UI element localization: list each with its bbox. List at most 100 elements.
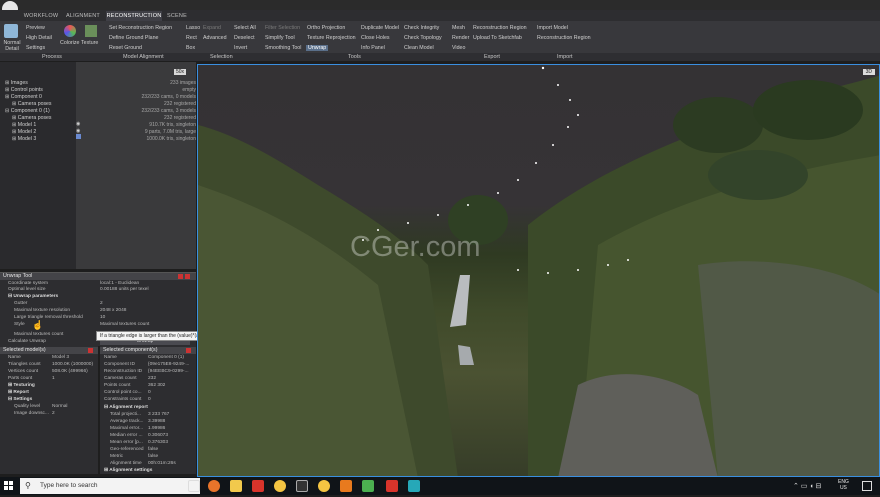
pin-icon[interactable] (178, 274, 183, 279)
invert-button[interactable]: Invert (234, 45, 247, 51)
calculate-unwrap-label: Calculate Unwrap (8, 339, 46, 344)
gutter-field[interactable]: 2 (100, 301, 103, 306)
texture-reprojection-button[interactable]: Texture Reprojection (307, 35, 356, 41)
expand-button[interactable]: Expand (203, 25, 221, 31)
check-topology-button[interactable]: Check Topology (404, 35, 442, 41)
tree-item-component-0-1[interactable]: ⊟ Component 0 (1) (5, 108, 50, 114)
app-icon[interactable] (318, 480, 330, 492)
export-reconstruction-region-button[interactable]: Reconstruction Region (473, 25, 527, 31)
component-prop-value: Component 0 (1) (148, 355, 184, 360)
zoom-label[interactable]: 50x (174, 69, 187, 75)
tab-scene[interactable]: SCENE (164, 11, 190, 21)
export-render-button[interactable]: Render (452, 35, 469, 41)
texture-icon[interactable] (85, 25, 97, 37)
tree-item-component-0[interactable]: ⊞ Component 0 (5, 94, 42, 100)
define-ground-plane-button[interactable]: Define Ground Plane (109, 35, 158, 41)
duplicate-model-button[interactable]: Duplicate Model (361, 25, 399, 31)
upload-sketchfab-button[interactable]: Upload To Sketchfab (473, 35, 522, 41)
import-reconstruction-region-button[interactable]: Reconstruction Region (537, 35, 591, 41)
file-explorer-icon[interactable] (230, 480, 242, 492)
lasso-button[interactable]: Lasso (186, 25, 200, 31)
tab-workflow[interactable]: WORKFLOW (22, 11, 60, 21)
mouse-cursor-icon: ☝ (32, 320, 44, 330)
firefox-icon[interactable] (208, 480, 220, 492)
texture-button[interactable]: Texture (81, 40, 98, 46)
unwrap-parameters-section[interactable]: ⊟ Unwrap parameters (8, 294, 58, 299)
texturing-section[interactable]: ⊞ Texturing (8, 383, 35, 388)
system-tray-icons[interactable]: ⌃ ▭ ◖ ⊟ (793, 482, 821, 490)
export-mesh-button[interactable]: Mesh (452, 25, 465, 31)
app-icon[interactable] (296, 480, 308, 492)
unwrap-row-label: Gutter (14, 301, 28, 306)
vlc-icon[interactable] (340, 480, 352, 492)
tree-item-control-points[interactable]: ⊞ Control points (5, 87, 43, 93)
view-mode-label[interactable]: 3D (862, 69, 875, 75)
normal-detail-button[interactable]: Normal Detail (1, 40, 23, 52)
group-label-process: Process (42, 54, 62, 60)
tree-item-model-1[interactable]: ⊞ Model 1 (12, 122, 36, 128)
task-view-icon[interactable] (188, 480, 200, 492)
component-prop-label: Control point co... (104, 390, 142, 395)
ortho-projection-button[interactable]: Ortho Projection (307, 25, 345, 31)
app-icon[interactable] (252, 480, 264, 492)
close-icon[interactable] (88, 348, 93, 353)
app-icon[interactable] (362, 480, 374, 492)
style-field[interactable]: Maximal textures count (100, 322, 149, 327)
close-icon[interactable] (186, 348, 191, 353)
clean-model-button[interactable]: Clean Model (404, 45, 434, 51)
3d-viewport[interactable]: 3D (197, 64, 880, 477)
normal-detail-icon[interactable] (4, 24, 18, 38)
deselect-button[interactable]: Deselect (234, 35, 255, 41)
model-color-swatch[interactable] (76, 134, 81, 139)
notifications-icon[interactable] (862, 481, 872, 491)
settings-section[interactable]: ⊟ Settings (8, 397, 32, 402)
close-icon[interactable] (185, 274, 190, 279)
check-integrity-button[interactable]: Check Integrity (404, 25, 439, 31)
alignment-report-section[interactable]: ⊟ Alignment report (104, 405, 148, 410)
close-holes-button[interactable]: Close Holes (361, 35, 390, 41)
unwrap-tool-title: Unwrap Tool (0, 273, 196, 280)
max-texture-resolution-field[interactable]: 2048 x 2048 (100, 308, 126, 313)
report-section[interactable]: ⊞ Report (8, 390, 29, 395)
colorize-button[interactable]: Colorize (60, 40, 79, 46)
high-detail-button[interactable]: High Detail (26, 35, 52, 41)
windows-start-icon[interactable] (0, 477, 18, 495)
colorize-icon[interactable] (64, 25, 76, 37)
unwrap-row-label: Large triangle removal threshold (14, 315, 83, 320)
tree-value: 232/233 cams, 3 models (141, 108, 196, 114)
unwrap-button[interactable]: Unwrap (306, 45, 329, 51)
realitycapture-icon[interactable] (408, 480, 420, 492)
preview-button[interactable]: Preview (26, 25, 45, 31)
rect-button[interactable]: Rect (186, 35, 197, 41)
tree-item-images[interactable]: ⊞ Images (5, 80, 28, 86)
eye-icon[interactable]: ◉ (76, 121, 80, 127)
settings-button[interactable]: Settings (26, 45, 45, 51)
import-model-button[interactable]: Import Model (537, 25, 568, 31)
box-button[interactable]: Box (186, 45, 195, 51)
app-icon[interactable] (386, 480, 398, 492)
app-icon[interactable] (274, 480, 286, 492)
info-panel-button[interactable]: Info Panel (361, 45, 385, 51)
select-all-button[interactable]: Select All (234, 25, 256, 31)
reset-ground-button[interactable]: Reset Ground (109, 45, 142, 51)
tree-item-camera-poses[interactable]: ⊞ Camera poses (12, 101, 52, 107)
tree-item-camera-poses-2[interactable]: ⊞ Camera poses (12, 115, 52, 121)
large-triangle-threshold-field[interactable]: 10 (100, 315, 105, 320)
tab-reconstruction[interactable]: RECONSTRUCTION (106, 11, 162, 21)
tree-item-model-2[interactable]: ⊞ Model 2 (12, 129, 36, 135)
tree-item-model-3[interactable]: ⊞ Model 3 (12, 136, 36, 142)
group-label-selection: Selection (210, 54, 233, 60)
language-indicator[interactable]: ENG US (838, 479, 849, 491)
alignment-settings-section[interactable]: ⊞ Alignment settings (104, 468, 152, 473)
tab-alignment[interactable]: ALIGNMENT (64, 11, 102, 21)
filter-selection-button[interactable]: Filter Selection (265, 25, 300, 31)
smoothing-tool-button[interactable]: Smoothing Tool (265, 45, 301, 51)
set-reconstruction-region-button[interactable]: Set Reconstruction Region (109, 25, 172, 31)
advanced-button[interactable]: Advanced (203, 35, 227, 41)
component-prop-label: Name (104, 355, 117, 360)
search-placeholder: Type here to search (40, 482, 98, 489)
export-video-button[interactable]: Video (452, 45, 465, 51)
simplify-tool-button[interactable]: Simplify Tool (265, 35, 295, 41)
unwrap-row-label: Maximal texture resolution (14, 308, 70, 313)
model-prop-value: 508.0K (499966) (52, 369, 88, 374)
